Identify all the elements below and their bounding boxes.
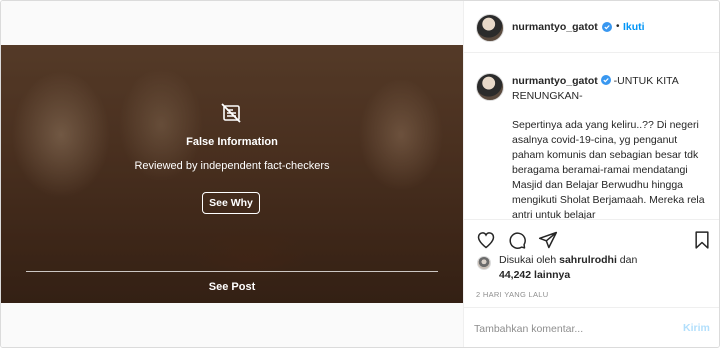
share-icon[interactable] bbox=[538, 230, 558, 250]
verified-badge-icon bbox=[602, 22, 612, 32]
caption-username[interactable]: nurmantyo_gatot bbox=[512, 75, 598, 87]
comment-input[interactable] bbox=[474, 320, 664, 338]
post-timestamp[interactable]: 2 HARI YANG LALU bbox=[476, 290, 548, 299]
see-why-button[interactable]: See Why bbox=[202, 192, 260, 214]
likes-summary: Disukai oleh sahrulrodhi dan 44,242 lain… bbox=[476, 253, 716, 283]
see-post-button[interactable]: See Post bbox=[1, 281, 463, 293]
author-username[interactable]: nurmantyo_gatot bbox=[512, 21, 598, 33]
caption-header: nurmantyo_gatot -UNTUK KITA RENUNGKAN- bbox=[512, 74, 712, 104]
instagram-post: False Information Reviewed by independen… bbox=[0, 0, 720, 348]
post-header: nurmantyo_gatot • Ikuti bbox=[464, 1, 719, 53]
bookmark-icon[interactable] bbox=[692, 230, 712, 250]
fact-check-subtitle: Reviewed by independent fact-checkers bbox=[134, 160, 330, 172]
media-dim-overlay bbox=[1, 45, 463, 303]
likes-suffix[interactable]: lainnya bbox=[531, 269, 570, 281]
comment-icon[interactable] bbox=[507, 230, 527, 250]
comment-bar: Kirim bbox=[464, 307, 719, 347]
likes-middle: dan bbox=[616, 254, 638, 266]
caption-scroll-area[interactable]: nurmantyo_gatot -UNTUK KITA RENUNGKAN- S… bbox=[464, 53, 719, 219]
caption-verified-icon bbox=[600, 75, 611, 85]
overlay-divider bbox=[26, 271, 438, 272]
follow-button[interactable]: Ikuti bbox=[623, 21, 645, 33]
post-sidebar: nurmantyo_gatot • Ikuti nurmantyo_gatot … bbox=[463, 1, 719, 347]
likes-count[interactable]: 44,242 bbox=[499, 269, 531, 281]
heart-icon[interactable] bbox=[476, 230, 496, 250]
false-information-icon bbox=[221, 103, 241, 123]
post-comment-button[interactable]: Kirim bbox=[683, 322, 710, 334]
caption-avatar[interactable] bbox=[476, 73, 504, 101]
liker-avatar[interactable] bbox=[477, 256, 491, 270]
post-media-blurred: False Information Reviewed by independen… bbox=[1, 45, 463, 303]
media-bottom-strip bbox=[1, 303, 463, 347]
header-separator: • bbox=[616, 21, 620, 32]
false-information-title: False Information bbox=[186, 136, 278, 148]
caption-body: Sepertinya ada yang keliru..?? Di negeri… bbox=[512, 119, 705, 219]
likes-prefix: Disukai oleh bbox=[499, 254, 560, 266]
likes-text: Disukai oleh sahrulrodhi dan 44,242 lain… bbox=[499, 253, 699, 283]
liker-username[interactable]: sahrulrodhi bbox=[559, 254, 617, 266]
author-avatar[interactable] bbox=[476, 14, 504, 42]
media-top-strip bbox=[1, 1, 463, 45]
